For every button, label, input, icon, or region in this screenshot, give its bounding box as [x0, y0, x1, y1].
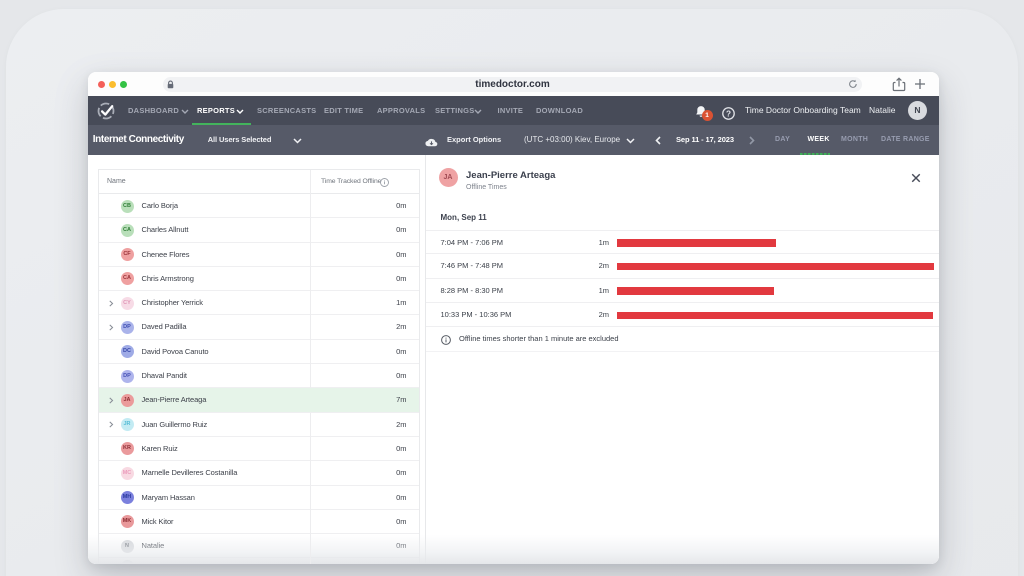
svg-text:?: ?	[725, 109, 730, 118]
